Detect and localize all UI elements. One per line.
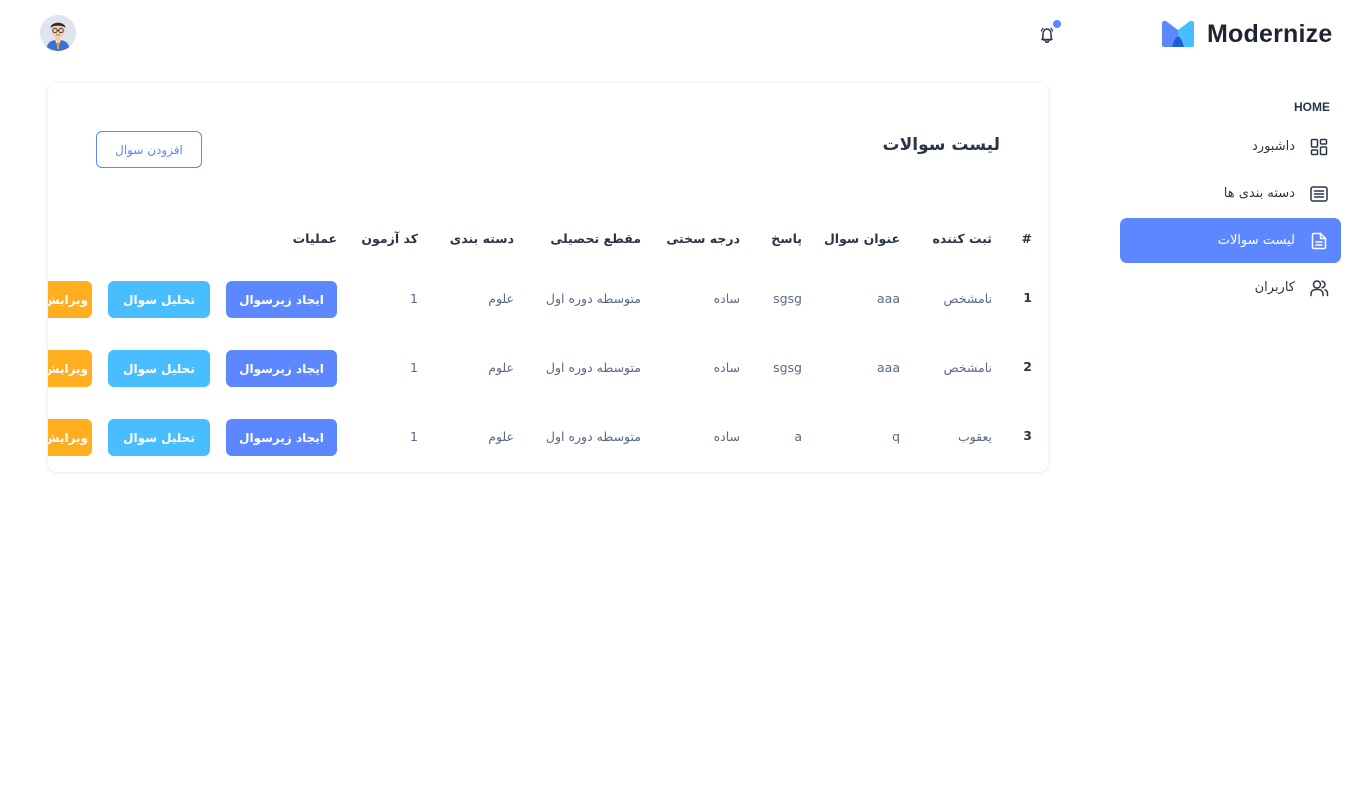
sidebar-caption: HOME — [1294, 100, 1330, 114]
notifications-button[interactable] — [1032, 20, 1062, 50]
analyze-question-button[interactable]: تحلیل سوال — [108, 281, 210, 318]
title-cell: aaa — [877, 291, 900, 306]
analyze-question-button[interactable]: تحلیل سوال — [108, 419, 210, 456]
add-question-button[interactable]: افزودن سوال — [96, 131, 202, 168]
sidebar-item-categories[interactable]: دسته بندی ها — [1120, 171, 1341, 216]
sidebar-item-label: کاربران — [1254, 280, 1295, 295]
file-description-icon — [1309, 231, 1329, 251]
brand-name: Modernize — [1207, 19, 1333, 48]
edit-button[interactable]: ویرایش — [48, 350, 92, 387]
row-number: 2 — [1023, 359, 1032, 374]
grade-cell: متوسطه دوره اول — [545, 429, 641, 444]
column-header: پاسخ — [771, 231, 802, 246]
difficulty-cell: ساده — [713, 360, 740, 375]
sidebar-item-label: دسته بندی ها — [1223, 186, 1295, 201]
users-icon — [1309, 278, 1329, 298]
notification-dot — [1053, 20, 1061, 28]
column-header: # — [1021, 231, 1032, 246]
column-header: عنوان سوال — [823, 231, 900, 246]
analyze-question-button[interactable]: تحلیل سوال — [108, 350, 210, 387]
column-header: ثبت کننده — [932, 231, 992, 246]
edit-button[interactable]: ویرایش — [48, 419, 92, 456]
row-number: 1 — [1023, 290, 1032, 305]
sidebar-item-label: داشبورد — [1252, 139, 1295, 154]
avatar[interactable] — [40, 15, 76, 51]
answer-cell: sgsg — [773, 360, 802, 375]
difficulty-cell: ساده — [713, 291, 740, 306]
sidebar-item-users[interactable]: کاربران — [1120, 265, 1341, 310]
exam-code-cell: 1 — [410, 429, 418, 444]
create-subquestion-button[interactable]: ایجاد زیرسوال — [226, 350, 337, 387]
grade-cell: متوسطه دوره اول — [545, 360, 641, 375]
sidebar-item-label: لیست سوالات — [1217, 233, 1295, 248]
creator-cell: نامشخص — [943, 360, 992, 375]
sidebar-item-dashboard[interactable]: داشبورد — [1120, 124, 1341, 169]
category-cell: علوم — [488, 291, 514, 306]
exam-code-cell: 1 — [410, 360, 418, 375]
edit-button[interactable]: ویرایش — [48, 281, 92, 318]
create-subquestion-button[interactable]: ایجاد زیرسوال — [226, 419, 337, 456]
column-header: کد آزمون — [361, 231, 418, 246]
creator-cell: نامشخص — [943, 291, 992, 306]
title-cell: aaa — [877, 360, 900, 375]
column-header: دسته بندی — [449, 231, 514, 246]
column-header: مقطع تحصیلی — [550, 231, 641, 246]
difficulty-cell: ساده — [713, 429, 740, 444]
modernize-logo-icon — [1160, 20, 1196, 48]
grade-cell: متوسطه دوره اول — [545, 291, 641, 306]
category-cell: علوم — [488, 360, 514, 375]
category-cell: علوم — [488, 429, 514, 444]
column-header: درجه سختی — [666, 231, 740, 246]
creator-cell: یعقوب — [957, 429, 992, 444]
list-details-icon — [1309, 184, 1329, 204]
user-avatar-icon — [40, 15, 76, 51]
page-title: لیست سوالات — [882, 135, 1000, 155]
row-number: 3 — [1023, 428, 1032, 443]
answer-cell: a — [794, 429, 802, 444]
title-cell: q — [892, 429, 900, 444]
sidebar-item-questions[interactable]: لیست سوالات — [1120, 218, 1341, 263]
create-subquestion-button[interactable]: ایجاد زیرسوال — [226, 281, 337, 318]
brand[interactable]: Modernize — [1160, 18, 1340, 50]
exam-code-cell: 1 — [410, 291, 418, 306]
column-header: عملیات — [292, 231, 337, 246]
questions-card: لیست سوالات افزودن سوال # ثبت کننده عنوا… — [48, 83, 1048, 472]
answer-cell: sgsg — [773, 291, 802, 306]
dashboard-icon — [1309, 137, 1329, 157]
